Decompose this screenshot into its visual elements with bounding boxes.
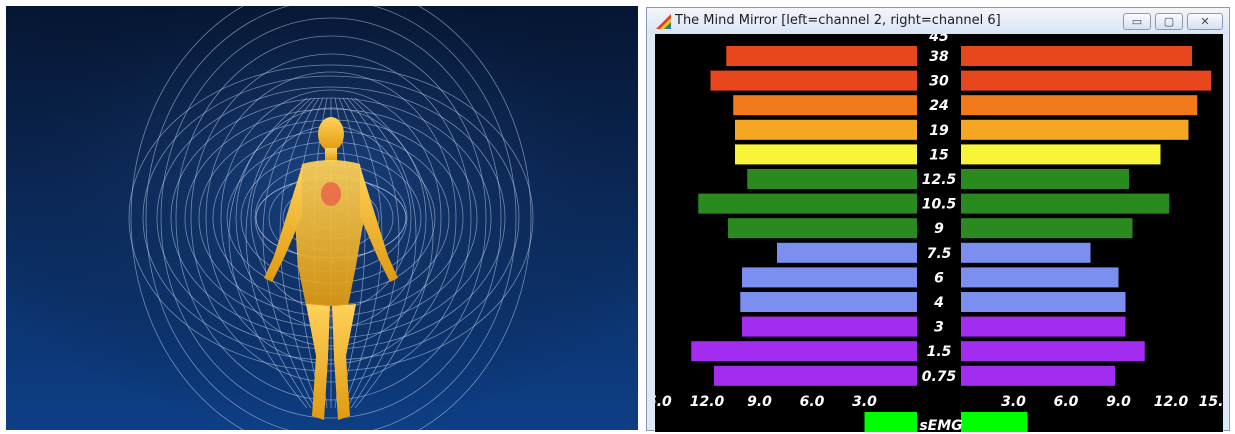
band-label-4: 4 bbox=[933, 295, 944, 311]
chart-canvas: 45 38 30 24 19 15 12.5 10.5 9 7.5 6 4 3 1.5 0.75 15.0 12… bbox=[655, 34, 1223, 432]
axis-tick-right-3.0: 3.0 bbox=[1001, 394, 1026, 410]
right-bar-19 bbox=[961, 119, 1189, 140]
band-label-12.5: 12.5 bbox=[922, 172, 957, 188]
band-label-3: 3 bbox=[934, 320, 944, 336]
axis-tick-left-12.0: 12.0 bbox=[690, 394, 725, 410]
semg-left-bar bbox=[864, 412, 917, 432]
left-bar-30 bbox=[710, 70, 917, 91]
right-bar-4 bbox=[961, 292, 1126, 312]
left-bar-6 bbox=[742, 267, 917, 288]
right-bar-38 bbox=[961, 46, 1192, 66]
band-label-30: 30 bbox=[929, 74, 949, 90]
minimize-button[interactable]: ▭ bbox=[1123, 13, 1151, 30]
axis-tick-left-6.0: 6.0 bbox=[800, 394, 825, 410]
band-label-7.5: 7.5 bbox=[927, 246, 952, 262]
axis-tick-left-15.0: 15.0 bbox=[655, 394, 672, 410]
left-bar-10.5 bbox=[698, 193, 917, 214]
axis-tick-left-3.0: 3.0 bbox=[852, 394, 877, 410]
semg-label: sEMG bbox=[919, 418, 962, 432]
mind-mirror-window: The Mind Mirror [left=channel 2, right=c… bbox=[646, 7, 1230, 432]
band-label-10.5: 10.5 bbox=[922, 197, 957, 213]
left-bar-4 bbox=[740, 292, 917, 312]
window-title: The Mind Mirror [left=channel 2, right=c… bbox=[675, 13, 1001, 28]
right-bar-15 bbox=[961, 144, 1161, 165]
axis-tick-left-9.0: 9.0 bbox=[747, 394, 772, 410]
axis-tick-right-12.0: 12.0 bbox=[1154, 394, 1189, 410]
left-bar-15 bbox=[735, 144, 917, 165]
right-bar-10.5 bbox=[961, 193, 1170, 214]
left-bar-38 bbox=[726, 46, 917, 66]
left-bar-24 bbox=[733, 95, 917, 116]
mind-mirror-chart: 45 38 30 24 19 15 12.5 10.5 9 7.5 6 4 3 1.5 0.75 15.0 12… bbox=[655, 34, 1223, 432]
axis-tick-right-6.0: 6.0 bbox=[1054, 394, 1079, 410]
title-bar[interactable]: The Mind Mirror [left=channel 2, right=c… bbox=[647, 8, 1229, 34]
band-label-9: 9 bbox=[934, 221, 944, 237]
left-bar-9 bbox=[728, 218, 917, 239]
right-bar-3 bbox=[961, 316, 1126, 337]
right-bar-12.5 bbox=[961, 169, 1129, 189]
torus-figure-image bbox=[6, 6, 638, 430]
human-energy-field-illustration bbox=[6, 6, 638, 430]
maximize-button[interactable]: ▢ bbox=[1155, 13, 1183, 30]
band-label-24: 24 bbox=[929, 98, 948, 114]
axis-tick-right-9.0: 9.0 bbox=[1106, 394, 1131, 410]
band-label-1.5: 1.5 bbox=[927, 344, 952, 360]
right-bar-0.75 bbox=[961, 365, 1115, 386]
right-bar-1.5 bbox=[961, 341, 1145, 362]
axis-tick-right-15.: 15. bbox=[1199, 394, 1223, 410]
band-label-top-partial: 45 bbox=[928, 34, 949, 45]
left-bar-19 bbox=[735, 119, 917, 140]
rainbow-app-icon bbox=[656, 14, 671, 29]
right-bar-7.5 bbox=[961, 242, 1091, 263]
left-bar-1.5 bbox=[691, 341, 917, 362]
band-label-38: 38 bbox=[929, 49, 949, 65]
right-bar-9 bbox=[961, 218, 1133, 239]
right-bar-24 bbox=[961, 95, 1198, 116]
band-label-0.75: 0.75 bbox=[922, 369, 957, 385]
band-label-19: 19 bbox=[929, 123, 949, 139]
band-label-6: 6 bbox=[934, 270, 944, 286]
left-bar-3 bbox=[742, 316, 917, 337]
right-bar-6 bbox=[961, 267, 1119, 288]
close-button[interactable]: ✕ bbox=[1187, 13, 1223, 30]
left-bar-12.5 bbox=[747, 169, 917, 189]
right-bar-30 bbox=[961, 70, 1212, 91]
band-label-15: 15 bbox=[929, 147, 949, 163]
left-bar-0.75 bbox=[714, 365, 917, 386]
semg-right-bar bbox=[961, 412, 1028, 432]
left-bar-7.5 bbox=[777, 242, 917, 263]
